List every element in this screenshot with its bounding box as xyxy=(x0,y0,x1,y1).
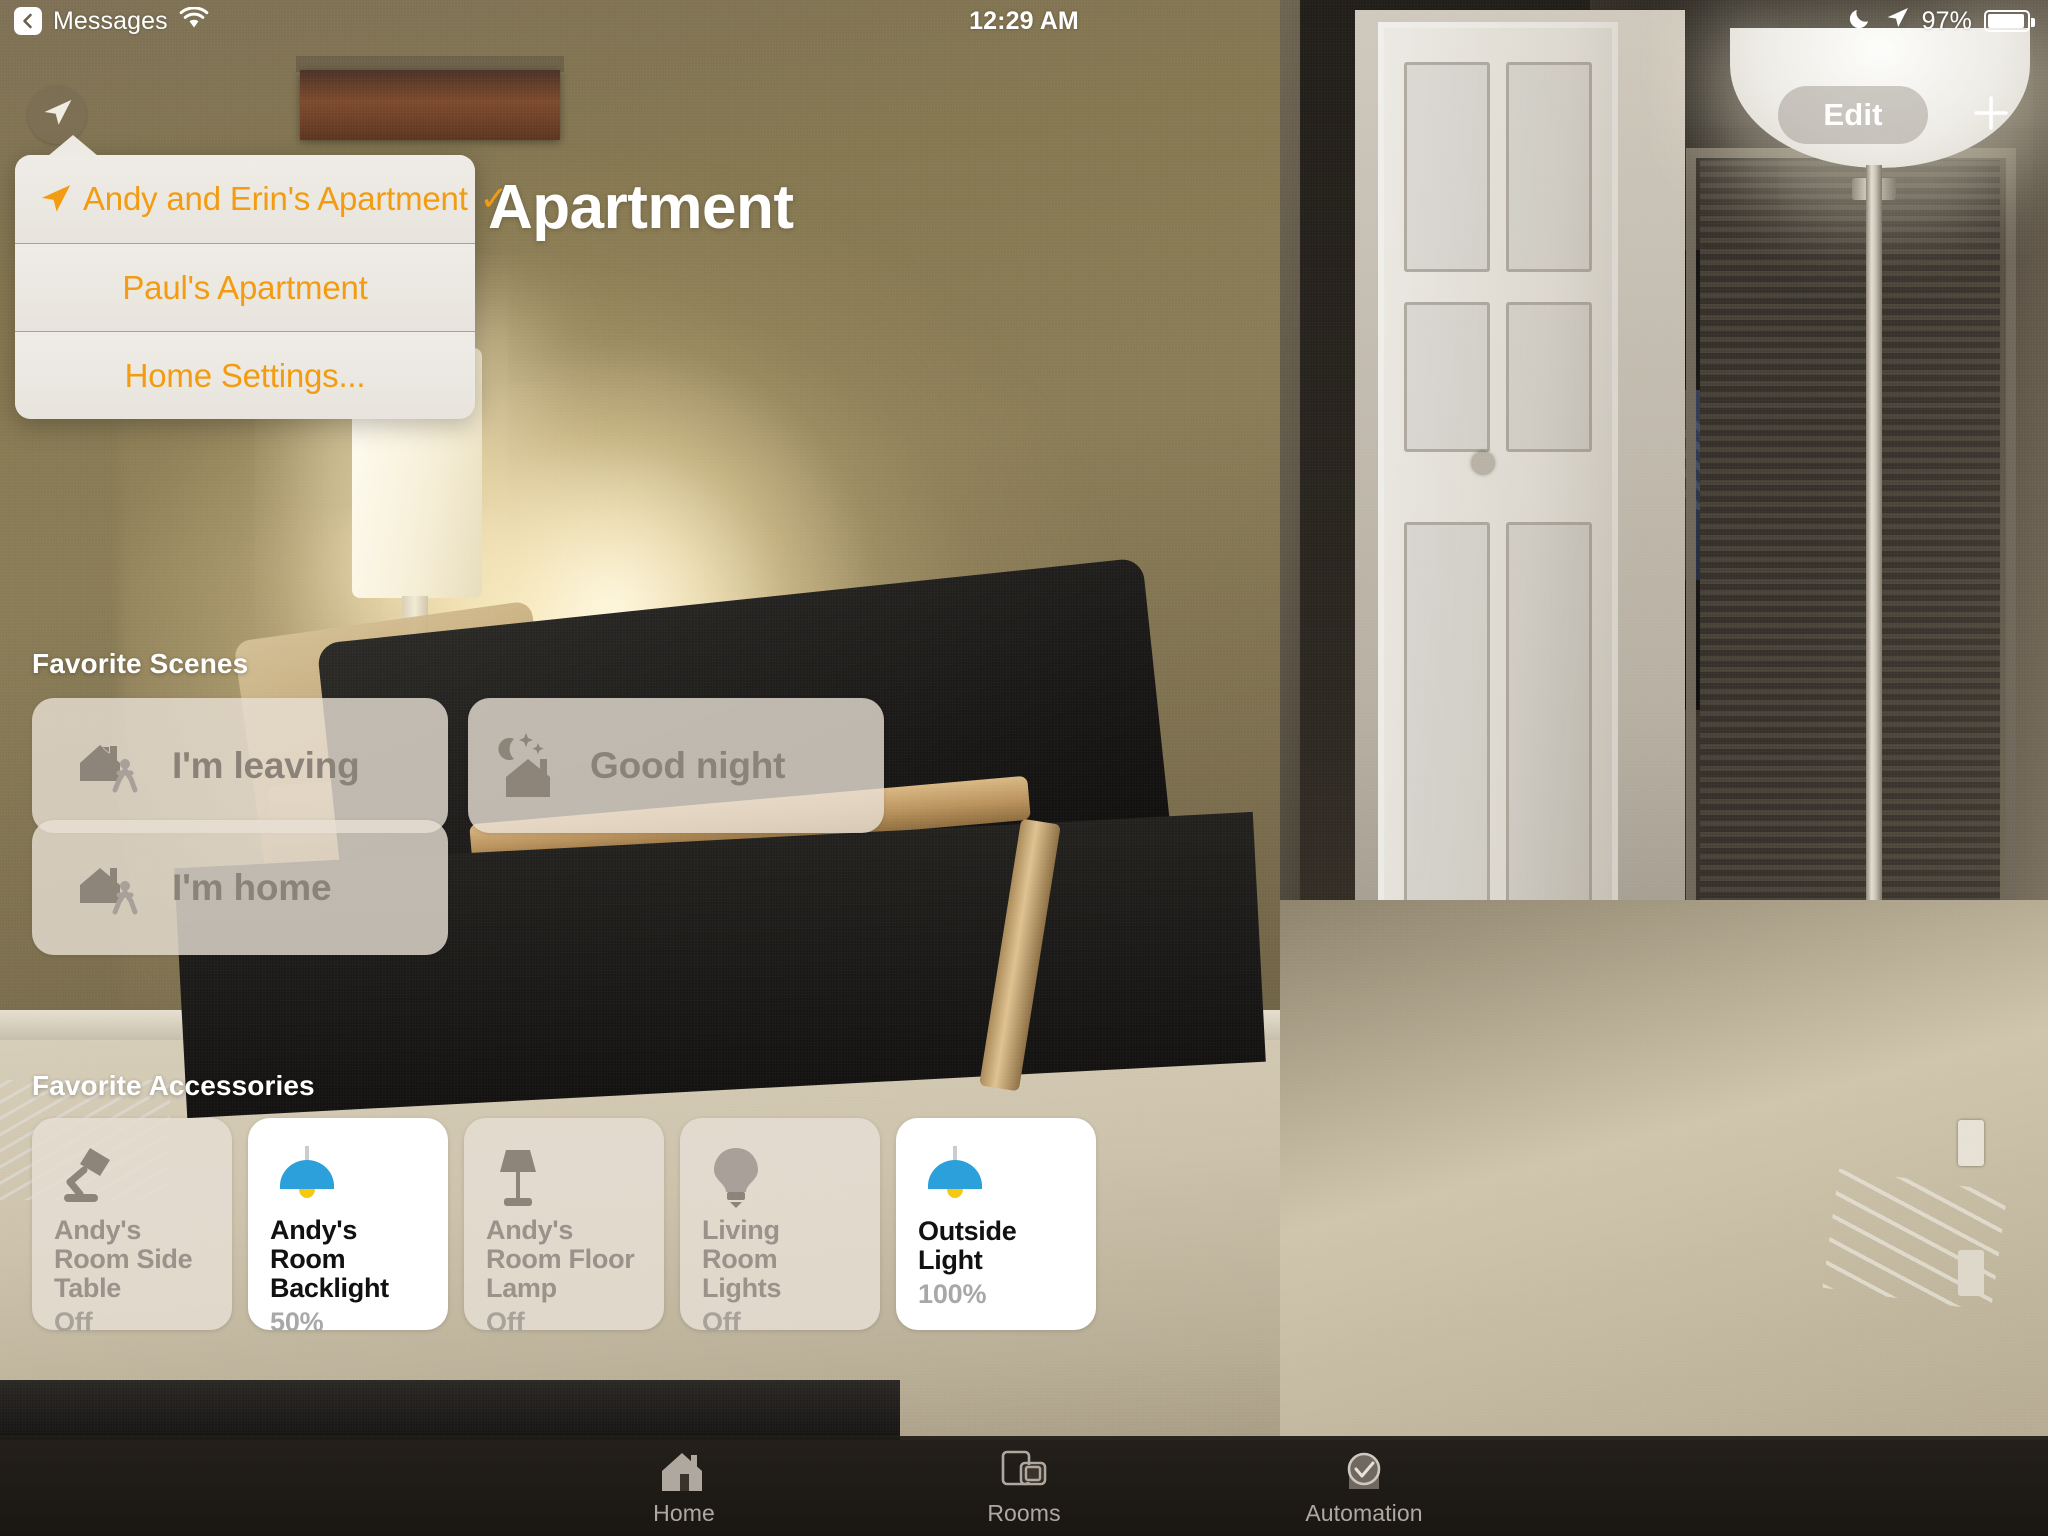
status-bar-time: 12:29 AM xyxy=(969,6,1079,35)
accessory-state: 50% xyxy=(270,1306,324,1337)
tab-bar: Home Rooms Automation xyxy=(0,1436,2048,1536)
scene-im-leaving[interactable]: I'm leaving xyxy=(32,698,448,833)
popover-item-home-settings[interactable]: Home Settings... xyxy=(15,331,475,419)
scene-label: Good night xyxy=(590,744,786,786)
automation-check-icon xyxy=(1340,1447,1388,1495)
favorite-scenes-heading: Favorite Scenes xyxy=(32,648,249,679)
accessory-tile-andys-room-side-table[interactable]: Andy's Room Side Table Off xyxy=(32,1118,232,1337)
plus-icon xyxy=(1970,92,2012,139)
accessory-name: Andy's Room Backlight xyxy=(270,1215,389,1303)
moon-stars-house-icon xyxy=(488,729,562,803)
scene-label: I'm home xyxy=(172,866,332,908)
tab-rooms[interactable]: Rooms xyxy=(929,1447,1119,1527)
tab-label: Rooms xyxy=(987,1499,1061,1526)
pendant-lamp-icon xyxy=(270,1144,426,1216)
accessory-tile-andys-room-backlight[interactable]: Andy's Room Backlight 50% xyxy=(248,1118,448,1337)
accessory-tile-outside-light[interactable]: Outside Light 100% xyxy=(896,1118,1096,1330)
status-bar: Messages 12:29 AM 97% xyxy=(0,0,2048,42)
accessory-name: Andy's Room Floor Lamp xyxy=(486,1215,635,1303)
home-switcher-popover: Andy and Erin's Apartment ✓ Paul's Apart… xyxy=(15,135,508,419)
scene-im-home[interactable]: I'm home xyxy=(32,820,448,955)
location-arrow-icon xyxy=(40,96,74,135)
edit-button[interactable]: Edit xyxy=(1778,86,1928,144)
accessory-state: Off xyxy=(702,1306,741,1337)
house-person-icon xyxy=(70,851,144,925)
accessory-name: Andy's Room Side Table xyxy=(54,1215,193,1303)
accessory-state: Off xyxy=(54,1306,93,1337)
add-button[interactable] xyxy=(1962,86,2020,144)
popover-item-pauls-apartment[interactable]: Paul's Apartment xyxy=(15,243,475,331)
popover-item-current-home[interactable]: Andy and Erin's Apartment ✓ xyxy=(15,155,508,243)
page-title: Apartment xyxy=(488,173,794,242)
accessory-name: Living Room Lights xyxy=(702,1215,782,1303)
accessory-state: 100% xyxy=(918,1279,987,1309)
accessory-tile-andys-room-floor-lamp[interactable]: Andy's Room Floor Lamp Off xyxy=(464,1118,664,1337)
accessory-name: Outside Light xyxy=(918,1216,1017,1276)
rooms-grid-icon xyxy=(999,1447,1049,1495)
scene-good-night[interactable]: Good night xyxy=(468,698,884,833)
checkmark-icon: ✓ xyxy=(479,180,509,218)
tab-label: Home xyxy=(653,1499,715,1526)
floor-lamp-icon xyxy=(486,1144,642,1216)
pendant-lamp-icon xyxy=(918,1144,1074,1216)
favorite-accessories-heading: Favorite Accessories xyxy=(32,1070,315,1101)
tab-home[interactable]: Home xyxy=(589,1447,779,1527)
scene-label: I'm leaving xyxy=(172,744,360,786)
desk-lamp-icon xyxy=(54,1144,210,1216)
tab-automation[interactable]: Automation xyxy=(1269,1447,1459,1527)
popover-item-label: Andy and Erin's Apartment xyxy=(83,180,468,217)
tab-label: Automation xyxy=(1305,1499,1423,1526)
location-arrow-icon xyxy=(37,181,81,217)
home-app-screen: Messages 12:29 AM 97% Apartment Edit And… xyxy=(0,0,2048,1536)
accessory-state: Off xyxy=(486,1306,525,1337)
popover-item-label: Home Settings... xyxy=(124,356,366,394)
house-icon xyxy=(658,1447,710,1495)
bulb-icon xyxy=(702,1144,858,1216)
house-person-icon xyxy=(70,729,144,803)
accessory-tile-living-room-lights[interactable]: Living Room Lights Off xyxy=(680,1118,880,1337)
battery-icon xyxy=(1984,10,2035,32)
popover-item-label: Paul's Apartment xyxy=(122,268,368,306)
